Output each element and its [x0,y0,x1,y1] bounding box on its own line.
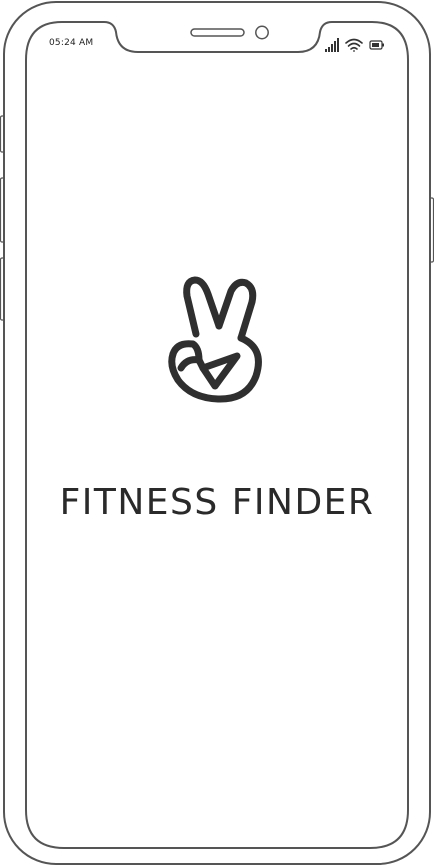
phone-frame [0,1,434,865]
signal-icon [325,38,339,52]
peace-hand-icon [168,276,262,403]
wifi-icon [345,38,363,52]
status-time: 05:24 AM [49,38,94,48]
battery-icon [369,40,384,50]
phone-mockup: 05:24 AM FITNESS FINDER [0,0,434,867]
app-title: FITNESS FINDER [59,482,375,523]
status-icons [325,38,384,52]
